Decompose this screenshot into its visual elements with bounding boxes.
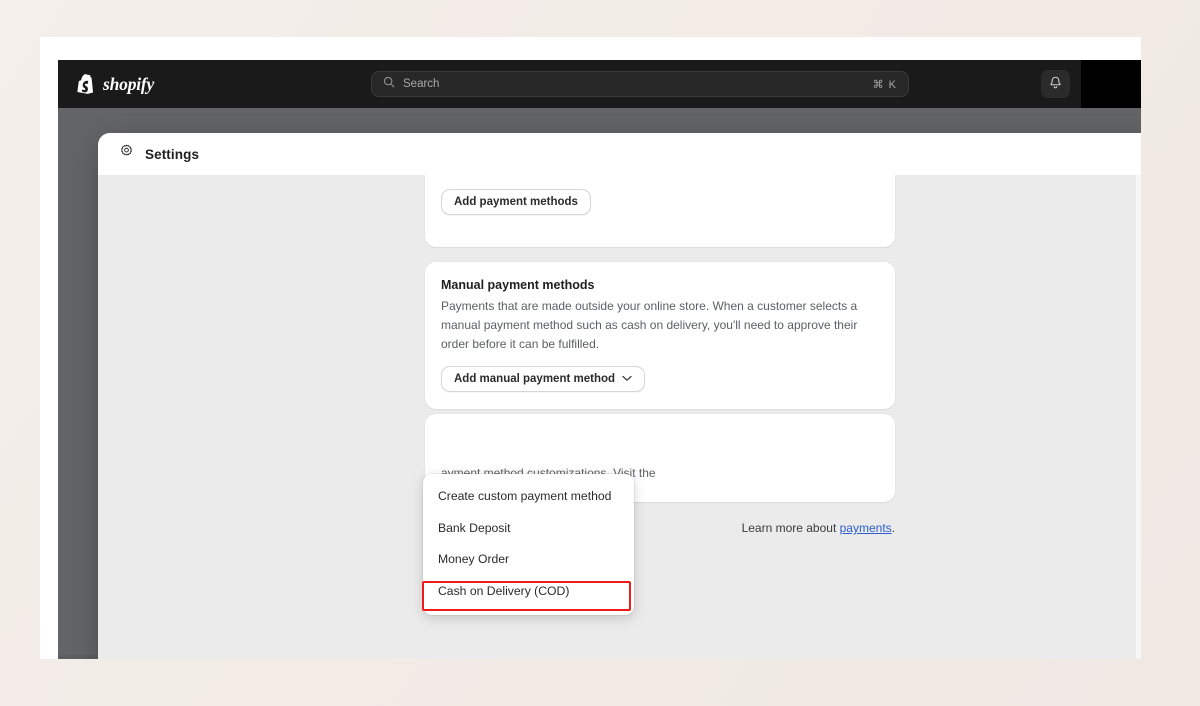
menu-item-cash-on-delivery[interactable]: Cash on Delivery (COD) <box>423 576 634 608</box>
browser-window: shopify ⌘ K <box>40 37 1141 659</box>
notifications-button[interactable] <box>1041 70 1070 98</box>
brand-name: shopify <box>103 73 155 94</box>
manual-payment-methods-card: Manual payment methods Payments that are… <box>425 262 895 409</box>
settings-modal-title: Settings <box>145 146 200 162</box>
shopify-bag-icon <box>77 73 96 95</box>
shopify-brand[interactable]: shopify <box>77 74 257 95</box>
payments-link[interactable]: payments <box>840 521 892 535</box>
learn-more-prefix: Learn more about <box>741 521 840 535</box>
settings-modal-body: Add payment methods Manual payment metho… <box>98 175 1141 659</box>
gear-icon <box>119 144 134 164</box>
top-navigation-bar: shopify ⌘ K <box>58 60 1141 108</box>
add-payment-methods-button[interactable]: Add payment methods <box>441 189 591 215</box>
add-manual-payment-method-button[interactable]: Add manual payment method <box>441 365 646 392</box>
search-icon <box>383 75 395 93</box>
search-input[interactable] <box>403 78 873 90</box>
payment-methods-card: Add payment methods <box>425 175 895 247</box>
menu-item-create-custom-payment-method[interactable]: Create custom payment method <box>423 481 634 513</box>
settings-modal: Settings ✕ Add payment methods Manual pa… <box>98 133 1141 659</box>
search-shortcut-hint: ⌘ K <box>872 78 897 91</box>
manual-payment-methods-title: Manual payment methods <box>441 278 595 292</box>
settings-modal-header: Settings ✕ <box>98 133 1141 175</box>
chevron-down-icon <box>622 373 632 385</box>
learn-more-suffix: . <box>891 521 895 535</box>
scrollbar-track[interactable] <box>1136 175 1141 659</box>
menu-item-bank-deposit[interactable]: Bank Deposit <box>423 513 634 545</box>
add-manual-payment-method-label: Add manual payment method <box>454 372 616 385</box>
menu-item-money-order[interactable]: Money Order <box>423 544 634 576</box>
manual-payment-method-dropdown: Create custom payment method Bank Deposi… <box>423 474 634 615</box>
account-menu-button[interactable] <box>1081 60 1141 108</box>
bell-icon <box>1049 76 1062 93</box>
manual-payment-methods-description: Payments that are made outside your onli… <box>441 299 858 351</box>
global-search-bar[interactable]: ⌘ K <box>371 71 909 97</box>
